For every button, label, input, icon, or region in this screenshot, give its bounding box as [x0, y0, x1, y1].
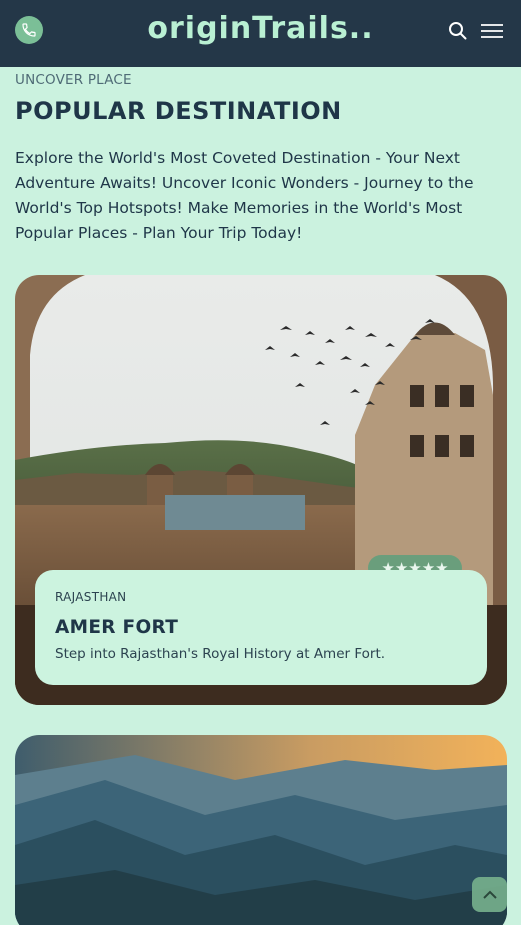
- mountain-landscape-photo: [15, 735, 507, 925]
- destination-card-image-2[interactable]: [15, 735, 507, 925]
- hamburger-menu-icon: [481, 24, 503, 38]
- scroll-to-top-button[interactable]: [472, 877, 507, 912]
- chevron-up-icon: [482, 890, 497, 899]
- site-logo[interactable]: originTrails..: [0, 11, 521, 46]
- destination-info-card[interactable]: RAJASTHAN AMER FORT Step into Rajasthan'…: [35, 570, 487, 685]
- search-icon: [449, 22, 467, 40]
- top-navbar: originTrails..: [0, 0, 521, 67]
- section-eyebrow: UNCOVER PLACE: [15, 72, 132, 88]
- destination-name[interactable]: AMER FORT: [55, 617, 178, 638]
- destination-region: RAJASTHAN: [55, 590, 127, 604]
- section-intro: Explore the World's Most Coveted Destina…: [15, 149, 474, 242]
- menu-button[interactable]: [480, 22, 504, 40]
- search-button[interactable]: [447, 20, 469, 42]
- page-title: POPULAR DESTINATION: [15, 97, 342, 125]
- destination-description: Step into Rajasthan's Royal History at A…: [55, 646, 386, 662]
